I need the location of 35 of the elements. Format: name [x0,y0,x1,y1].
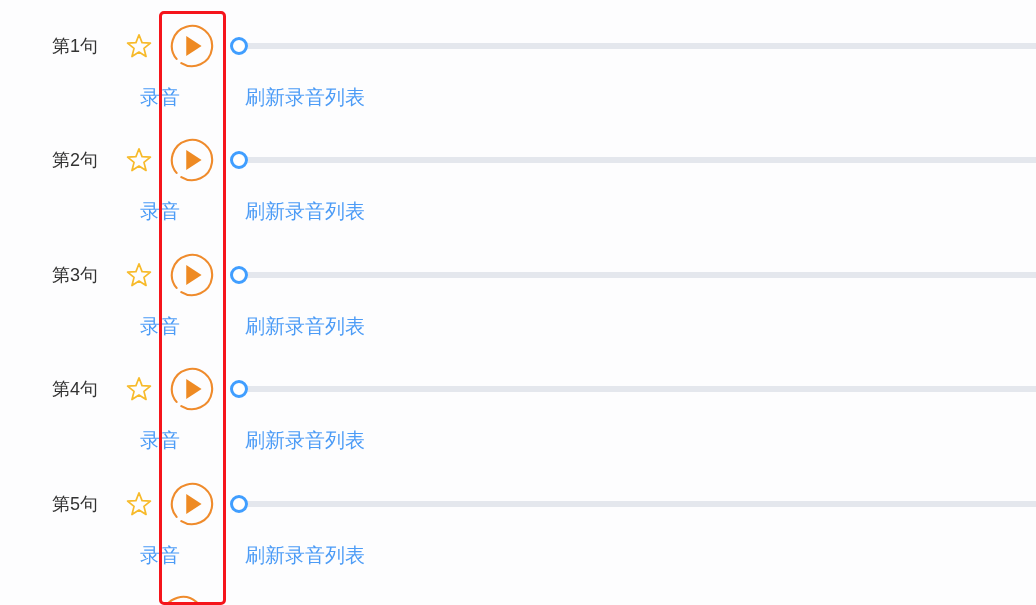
sentence-label: 第3句 [52,263,99,287]
refresh-list-link[interactable]: 刷新录音列表 [245,313,365,338]
refresh-list-link[interactable]: 刷新录音列表 [245,199,365,224]
slider-handle[interactable] [230,151,248,170]
record-link[interactable]: 录音 [140,313,180,338]
sentence-label: 第2句 [52,149,99,173]
star-icon[interactable] [126,261,152,288]
star-icon[interactable] [126,490,152,517]
slider-track[interactable] [248,500,1036,507]
refresh-list-link[interactable]: 刷新录音列表 [245,542,365,567]
play-icon[interactable] [169,23,215,69]
record-link[interactable]: 录音 [140,428,180,453]
play-icon[interactable] [169,137,215,184]
slider-handle[interactable] [230,37,248,55]
slider-track[interactable] [248,43,1036,49]
star-icon[interactable] [126,33,152,59]
slider-track[interactable] [248,271,1036,278]
refresh-list-link[interactable]: 刷新录音列表 [245,85,365,109]
play-icon[interactable] [169,251,215,298]
play-icon[interactable] [169,366,215,413]
record-link[interactable]: 录音 [140,199,180,224]
record-link[interactable]: 录音 [140,85,180,109]
slider-handle[interactable] [230,265,248,284]
star-icon[interactable] [126,147,152,174]
slider-track[interactable] [248,386,1036,393]
slider-handle[interactable] [230,380,248,399]
sentence-label: 第4句 [52,378,99,402]
star-icon[interactable] [126,376,152,403]
sentence-label: 第5句 [52,492,99,516]
slider-track[interactable] [248,157,1036,164]
sentence-label: 第1句 [52,35,99,58]
slider-handle[interactable] [230,494,248,513]
play-icon[interactable] [169,480,215,527]
refresh-list-link[interactable]: 刷新录音列表 [245,428,365,453]
record-link[interactable]: 录音 [140,542,180,567]
